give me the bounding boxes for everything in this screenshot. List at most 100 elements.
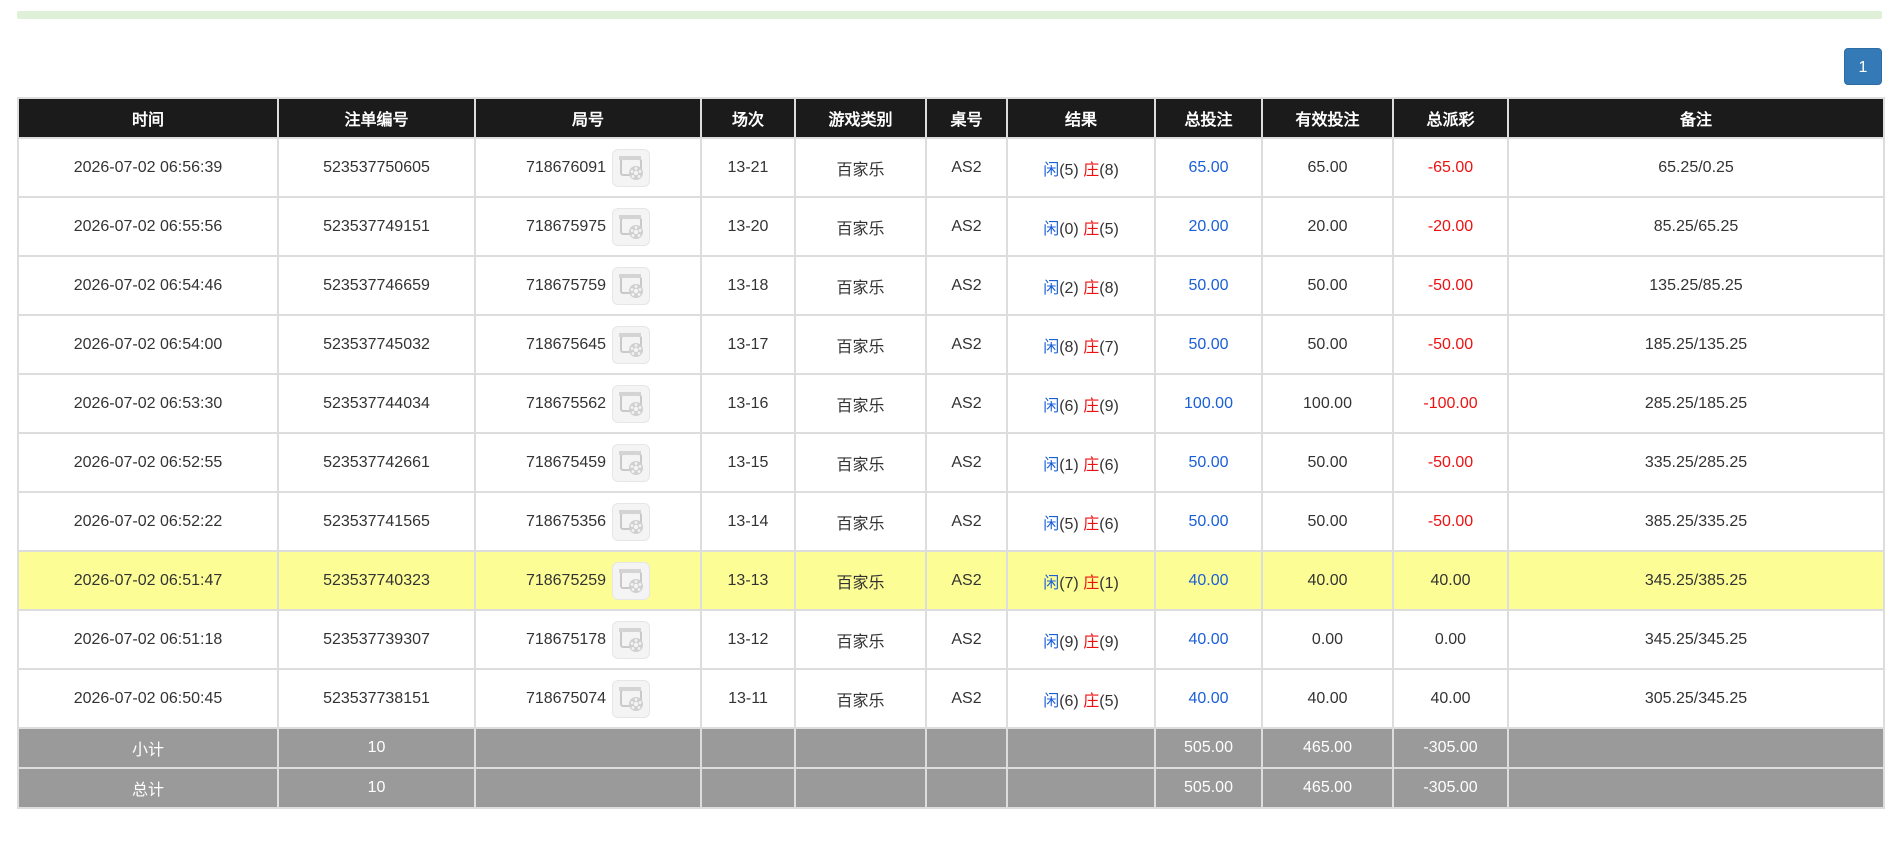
page-button-current[interactable]: 1	[1844, 48, 1882, 85]
cell-game-type: 百家乐	[794, 137, 927, 198]
cell-table-no: AS2	[925, 609, 1008, 670]
header-payout: 总派彩	[1392, 97, 1509, 139]
result-player-label: 闲	[1043, 574, 1060, 592]
result-player-value: (5)	[1059, 515, 1079, 533]
round-id-wrap: 718676091	[526, 148, 651, 187]
result-banker-label: 庄	[1083, 338, 1100, 356]
cell-table-no: AS2	[925, 373, 1008, 434]
cell-total-bet: 50.00	[1154, 491, 1263, 552]
cell-round-id: 718675259	[474, 550, 702, 611]
result-banker-label: 庄	[1083, 515, 1100, 533]
subtotal-row: 小计 10 505.00 465.00 -305.00	[17, 727, 1885, 769]
table-row: 2026-07-02 06:55:56 523537749151 718675975…	[17, 196, 1885, 257]
video-replay-icon[interactable]	[612, 207, 651, 246]
cell-round-id: 718675975	[474, 196, 702, 257]
result-player-value: (0)	[1059, 220, 1079, 238]
cell-result: 闲(5) 庄(8)	[1006, 137, 1156, 198]
video-replay-icon[interactable]	[612, 502, 651, 541]
cell-game-type: 百家乐	[794, 432, 927, 493]
round-id-wrap: 718675356	[526, 502, 651, 541]
table-row: 2026-07-02 06:51:18 523537739307 718675178…	[17, 609, 1885, 670]
cell-shoe: 13-16	[700, 373, 796, 434]
round-id-wrap: 718675975	[526, 207, 651, 246]
cell-game-type: 百家乐	[794, 550, 927, 611]
result-banker-value: (7)	[1099, 338, 1119, 356]
video-replay-icon[interactable]	[612, 148, 651, 187]
cell-bet-id: 523537742661	[277, 432, 476, 493]
cell-game-type: 百家乐	[794, 373, 927, 434]
table-row: 2026-07-02 06:54:46 523537746659 718675759…	[17, 255, 1885, 316]
round-id-text: 718675759	[525, 276, 607, 294]
cell-table-no: AS2	[925, 196, 1008, 257]
result-banker-value: (8)	[1099, 279, 1119, 297]
video-replay-icon[interactable]	[612, 561, 651, 600]
cell-round-id: 718675562	[474, 373, 702, 434]
cell-shoe: 13-14	[700, 491, 796, 552]
result-banker-label: 庄	[1083, 456, 1100, 474]
cell-round-id: 718676091	[474, 137, 702, 198]
cell-total-bet: 65.00	[1154, 137, 1263, 198]
round-id-wrap: 718675178	[526, 620, 651, 659]
header-result: 结果	[1006, 97, 1156, 139]
cell-valid-bet: 40.00	[1261, 550, 1394, 611]
video-replay-icon[interactable]	[612, 679, 651, 718]
result-banker-value: (8)	[1099, 161, 1119, 179]
video-replay-icon[interactable]	[612, 325, 651, 364]
cell-result: 闲(2) 庄(8)	[1006, 255, 1156, 316]
cell-payout: -65.00	[1392, 137, 1509, 198]
footer-empty-cell	[1507, 767, 1885, 809]
header-shoe: 场次	[700, 97, 796, 139]
cell-time: 2026-07-02 06:54:46	[17, 255, 279, 316]
cell-note: 135.25/85.25	[1507, 255, 1885, 316]
table-row: 2026-07-02 06:56:39 523537750605 718676091…	[17, 137, 1885, 198]
cell-time: 2026-07-02 06:52:55	[17, 432, 279, 493]
footer-empty-cell	[1006, 727, 1156, 769]
table-row: 2026-07-02 06:53:30 523537744034 718675562…	[17, 373, 1885, 434]
video-replay-icon[interactable]	[612, 443, 651, 482]
cell-total-bet: 50.00	[1154, 255, 1263, 316]
cell-payout: -20.00	[1392, 196, 1509, 257]
table-header-row: 时间 注单编号 局号 场次 游戏类别 桌号 结果 总投注 有效投注 总派彩 备注	[17, 97, 1885, 139]
cell-result: 闲(0) 庄(5)	[1006, 196, 1156, 257]
result-banker-value: (6)	[1099, 515, 1119, 533]
cell-payout: 40.00	[1392, 550, 1509, 611]
cell-payout: 0.00	[1392, 609, 1509, 670]
table-row: 2026-07-02 06:54:00 523537745032 718675645…	[17, 314, 1885, 375]
result-banker-value: (5)	[1099, 220, 1119, 238]
cell-result: 闲(7) 庄(1)	[1006, 550, 1156, 611]
result-banker-label: 庄	[1083, 633, 1100, 651]
header-valid-bet: 有效投注	[1261, 97, 1394, 139]
header-bet-id: 注单编号	[277, 97, 476, 139]
footer-empty-cell	[794, 767, 927, 809]
result-banker-label: 庄	[1083, 161, 1100, 179]
video-replay-icon[interactable]	[612, 620, 651, 659]
round-id-wrap: 718675259	[525, 561, 651, 600]
cell-payout: -50.00	[1392, 491, 1509, 552]
result-banker-value: (6)	[1099, 456, 1119, 474]
grand-total-row: 总计 10 505.00 465.00 -305.00	[17, 767, 1885, 809]
result-player-value: (6)	[1059, 397, 1079, 415]
cell-total-bet: 50.00	[1154, 314, 1263, 375]
cell-shoe: 13-12	[700, 609, 796, 670]
cell-payout: -50.00	[1392, 432, 1509, 493]
result-banker-label: 庄	[1083, 397, 1100, 415]
video-replay-icon[interactable]	[612, 266, 651, 305]
result-player-label: 闲	[1043, 220, 1060, 238]
cell-bet-id: 523537738151	[277, 668, 476, 729]
result-player-value: (2)	[1059, 279, 1079, 297]
cell-result: 闲(6) 庄(5)	[1006, 668, 1156, 729]
cell-time: 2026-07-02 06:56:39	[17, 137, 279, 198]
footer-label: 总计	[17, 767, 279, 809]
cell-payout: -100.00	[1392, 373, 1509, 434]
table-row: 2026-07-02 06:50:45 523537738151 718675074…	[17, 668, 1885, 729]
cell-valid-bet: 20.00	[1261, 196, 1394, 257]
cell-note: 285.25/185.25	[1507, 373, 1885, 434]
video-replay-icon[interactable]	[612, 384, 651, 423]
cell-total-bet: 100.00	[1154, 373, 1263, 434]
cell-total-bet: 40.00	[1154, 550, 1263, 611]
cell-game-type: 百家乐	[794, 314, 927, 375]
round-id-wrap: 718675645	[526, 325, 651, 364]
cell-payout: 40.00	[1392, 668, 1509, 729]
round-id-text: 718675259	[525, 571, 607, 589]
header-game-type: 游戏类别	[794, 97, 927, 139]
